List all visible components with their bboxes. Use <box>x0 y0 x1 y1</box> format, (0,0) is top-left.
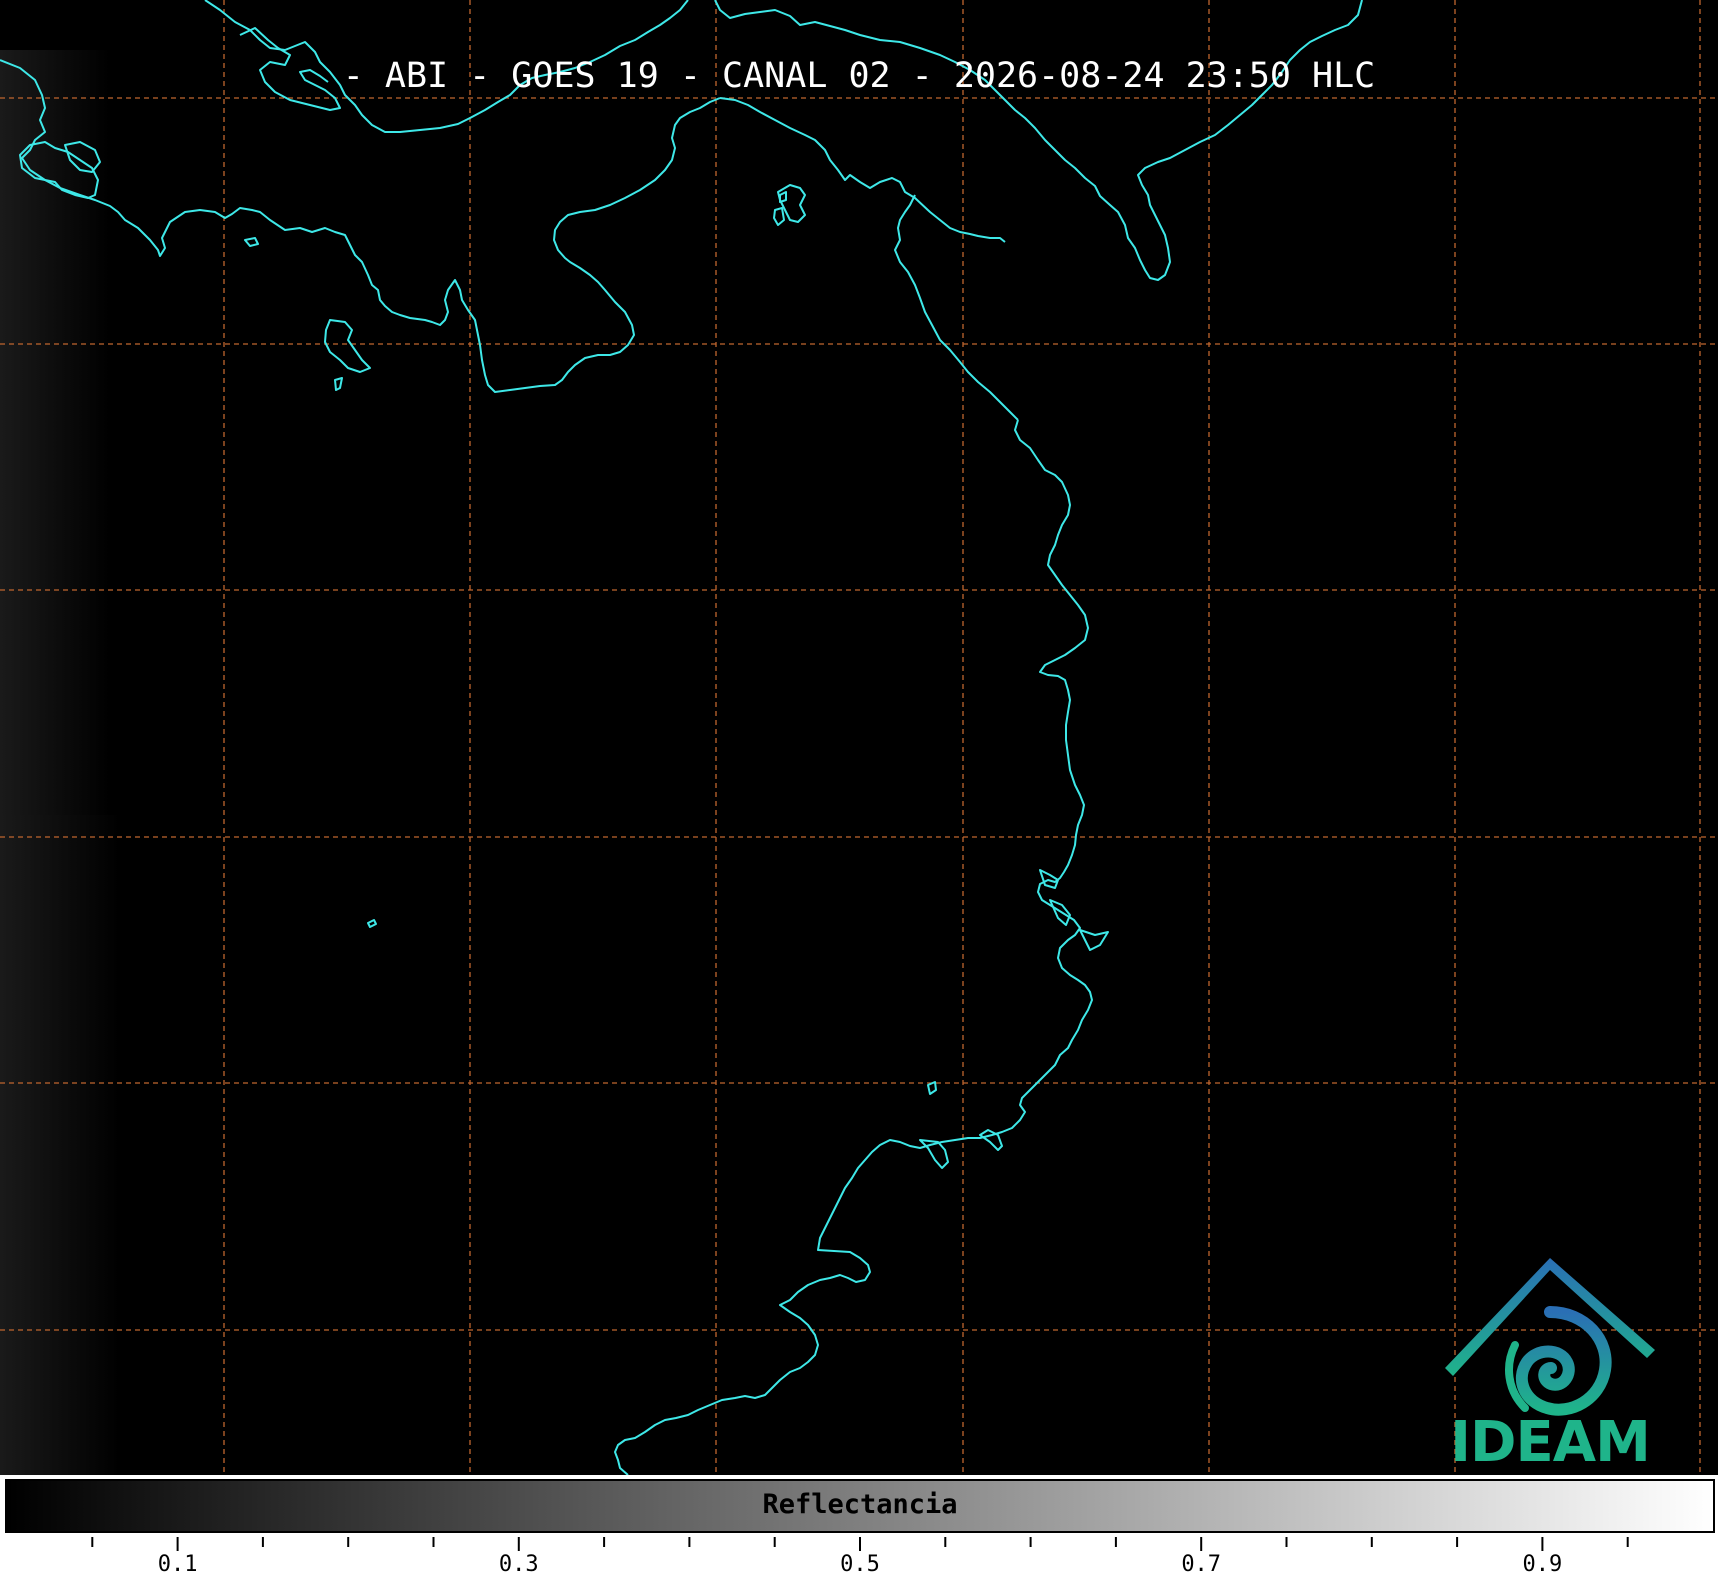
coastline-island <box>244 237 259 247</box>
coastline-colombia-pacific <box>614 419 1093 1475</box>
colorbar-tick-label: 0.1 <box>158 1552 198 1577</box>
coastline-island <box>927 1081 937 1095</box>
coastline-malpelo <box>367 919 377 928</box>
image-edge-shading <box>0 50 110 815</box>
coastline-azuero <box>324 319 371 373</box>
colorbar-tick-label: 0.3 <box>499 1552 539 1577</box>
coastline-bay <box>1079 929 1109 951</box>
coastline-island <box>779 191 787 203</box>
coastline-colombia-caribbean <box>714 0 1363 281</box>
coastline-island <box>777 184 806 223</box>
coastline-caribbean-panama <box>204 0 689 133</box>
ideam-logo-text: IDEAM <box>1450 1410 1651 1475</box>
colorbar-tick-label: 0.9 <box>1523 1552 1563 1577</box>
coastline-bay <box>1039 869 1059 889</box>
satellite-image-panel: - ABI - GOES 19 - CANAL 02 - 2026-08-24 … <box>0 0 1718 1475</box>
coastline-gulf-uraba <box>719 97 1006 243</box>
coastlines <box>0 0 1363 1475</box>
image-edge-shading-lower <box>0 815 120 1475</box>
coastline-uraba-west <box>894 194 1019 421</box>
coastline-island <box>334 377 343 391</box>
colorbar-tick-label: 0.7 <box>1181 1552 1221 1577</box>
coastline-island <box>773 207 785 226</box>
coastline-bay <box>1049 899 1071 926</box>
colorbar-axis: 0.1 0.3 0.5 0.7 0.9 <box>91 1537 1629 1577</box>
colorbar-tick-label: 0.5 <box>840 1552 880 1577</box>
colorbar-label: Reflectancia <box>762 1489 958 1520</box>
